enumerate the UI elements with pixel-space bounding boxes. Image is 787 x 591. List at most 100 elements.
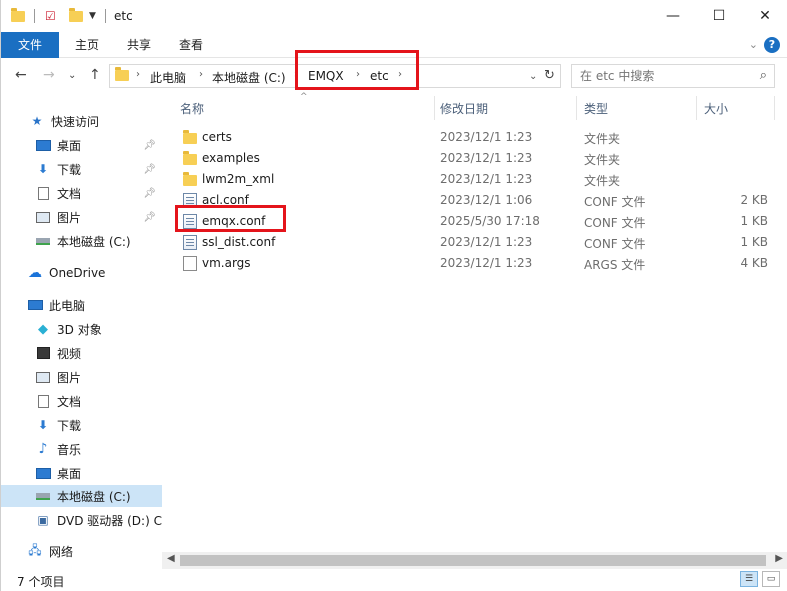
refresh-icon[interactable]: ↻ [544,68,555,83]
column-header-type[interactable]: 类型 [584,100,608,117]
status-bar: 7 个项目 ☰ ▭ [1,569,787,591]
nav-item-documents[interactable]: 文档 📌︎ [1,182,162,204]
nav-item-dvd-drive[interactable]: ▣ DVD 驱动器 (D:) C [1,509,162,531]
pin-icon[interactable]: 📌︎ [143,164,156,175]
nav-label: 图片 [57,370,82,385]
file-row-certs[interactable]: certs 2023/12/1 1:23 文件夹 [180,127,780,148]
column-divider[interactable] [774,96,775,120]
chevron-right-icon[interactable]: › [136,69,140,80]
tab-home[interactable]: 主页 [65,32,109,58]
column-header-name[interactable]: 名称 [180,100,204,117]
properties-icon[interactable]: ☑ [45,8,56,24]
chevron-down-icon[interactable]: ⌄ [749,38,758,51]
nav-this-pc[interactable]: 此电脑 [1,294,162,316]
dvd-icon: ▣ [37,513,49,527]
scroll-left-icon[interactable]: ◀ [167,553,175,564]
maximize-button[interactable]: ☐ [696,0,742,32]
file-date: 2023/12/1 1:06 [440,193,533,207]
chevron-right-icon[interactable]: › [199,69,203,80]
nav-item-downloads[interactable]: ⬇ 下载 📌︎ [1,158,162,180]
help-icon[interactable]: ? [764,37,780,53]
nav-label: 视频 [57,346,82,361]
column-divider[interactable] [696,96,697,120]
nav-item-downloads-pc[interactable]: ⬇ 下载 [1,414,162,436]
horizontal-scrollbar[interactable]: ◀ ▶ [162,552,787,569]
nav-quick-access[interactable]: ★ 快速访问 [1,110,162,132]
nav-network[interactable]: 🖧︎ 网络 [1,540,162,562]
file-date: 2023/12/1 1:23 [440,151,533,165]
search-input[interactable] [580,65,750,87]
nav-onedrive[interactable]: ☁ OneDrive [1,262,162,284]
sort-ascending-icon: ^ [300,92,308,102]
file-date: 2023/12/1 1:23 [440,172,533,186]
file-size: 1 KB [740,214,768,228]
nav-item-local-disk-pc[interactable]: 本地磁盘 (C:) [1,485,162,507]
back-arrow-icon[interactable]: ← [15,67,27,83]
minimize-button[interactable]: — [650,0,696,32]
file-name: examples [202,151,260,165]
file-type: ARGS 文件 [584,258,646,272]
pin-icon[interactable]: 📌︎ [143,212,156,223]
nav-item-desktop-pc[interactable]: 桌面 [1,462,162,484]
network-icon: 🖧︎ [28,542,42,557]
up-arrow-icon[interactable]: ↑ [89,67,101,83]
file-row-ssl-dist-conf[interactable]: ssl_dist.conf 2023/12/1 1:23 CONF 文件 1 K… [180,232,780,253]
column-header-date[interactable]: 修改日期 [440,100,488,117]
nav-item-music[interactable]: ♪ 音乐 [1,438,162,460]
nav-item-local-disk[interactable]: 本地磁盘 (C:) [1,230,162,252]
nav-label: 本地磁盘 (C:) [57,489,131,504]
document-file-icon [183,256,197,271]
desktop-icon [35,138,51,152]
nav-item-pictures-pc[interactable]: 图片 [1,366,162,388]
breadcrumb-local-disk[interactable]: 本地磁盘 (C:) [212,69,286,86]
nav-item-pictures[interactable]: 图片 📌︎ [1,206,162,228]
large-icons-view-icon[interactable]: ▭ [762,571,780,587]
nav-item-3d-objects[interactable]: ◆ 3D 对象 [1,318,162,340]
pin-icon[interactable]: 📌︎ [143,140,156,151]
pictures-icon [35,210,51,224]
nav-item-desktop[interactable]: 桌面 📌︎ [1,134,162,156]
file-type: CONF 文件 [584,195,646,209]
details-view-icon[interactable]: ☰ [740,571,758,587]
nav-item-videos[interactable]: 视频 [1,342,162,364]
file-type: 文件夹 [584,153,621,167]
file-explorer-window: ☑ ▼ etc — ☐ ✕ 文件 主页 共享 查看 ⌄ ? ← → ⌄ ↑ › … [0,0,787,591]
scrollbar-thumb[interactable] [180,555,766,566]
nav-label: 快速访问 [51,114,100,129]
folder-icon [183,130,197,144]
nav-label: 文档 [57,394,82,409]
tab-view[interactable]: 查看 [169,32,213,58]
file-size: 1 KB [740,235,768,249]
nav-label: 文档 [57,186,82,201]
close-button[interactable]: ✕ [742,0,787,32]
scroll-right-icon[interactable]: ▶ [775,553,783,564]
file-row-vm-args[interactable]: vm.args 2023/12/1 1:23 ARGS 文件 4 KB [180,253,780,274]
new-folder-icon[interactable] [69,7,83,24]
column-divider[interactable] [434,96,435,120]
folder-icon [11,7,25,24]
documents-icon [35,394,51,408]
file-row-examples[interactable]: examples 2023/12/1 1:23 文件夹 [180,148,780,169]
search-icon[interactable]: ⌕ [760,68,767,83]
file-row-lwm2m-xml[interactable]: lwm2m_xml 2023/12/1 1:23 文件夹 [180,169,780,190]
3d-objects-icon: ◆ [38,321,48,337]
nav-item-documents-pc[interactable]: 文档 [1,390,162,412]
nav-label: 网络 [49,544,74,559]
tab-share[interactable]: 共享 [117,32,161,58]
tab-file[interactable]: 文件 [1,32,59,58]
breadcrumb-this-pc[interactable]: 此电脑 [150,69,186,86]
nav-label: 桌面 [57,138,82,153]
customize-toolbar-icon[interactable]: ▼ [89,8,96,24]
file-name: ssl_dist.conf [202,235,276,249]
pin-icon[interactable]: 📌︎ [143,188,156,199]
computer-icon [27,298,43,312]
chevron-down-icon[interactable]: ⌄ [529,71,537,82]
column-divider[interactable] [576,96,577,120]
search-box[interactable]: ⌕ [571,64,775,88]
column-header-size[interactable]: 大小 [704,100,728,117]
recent-locations-icon[interactable]: ⌄ [68,70,76,81]
cloud-icon: ☁ [28,265,42,281]
highlight-box-breadcrumb [295,50,419,90]
forward-arrow-icon[interactable]: → [43,67,55,83]
file-type: 文件夹 [584,132,621,146]
